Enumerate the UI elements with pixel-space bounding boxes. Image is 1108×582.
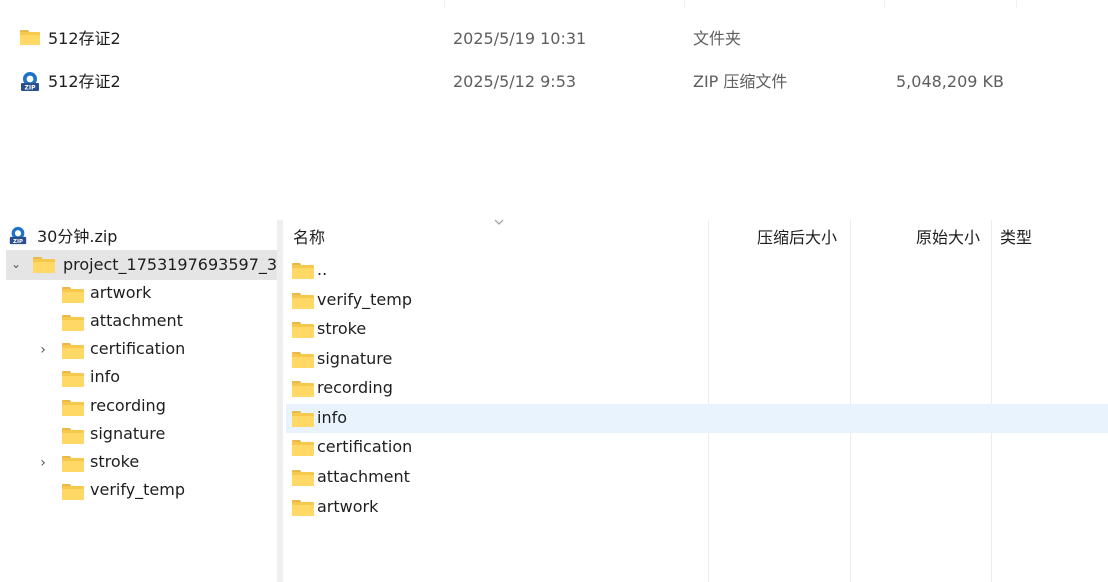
- folder-icon: [62, 484, 84, 500]
- tree-item-label: verify_temp: [90, 480, 186, 499]
- column-header-original-size[interactable]: 原始大小: [916, 228, 980, 248]
- tree-item-label: project_1753197693597_3(: [63, 255, 278, 274]
- column-divider[interactable]: [884, 0, 885, 8]
- file-type: ZIP 压缩文件: [693, 72, 788, 91]
- tree-item-artwork[interactable]: artwork: [34, 282, 274, 308]
- folder-icon: [292, 411, 314, 427]
- file-date: 2025/5/19 10:31: [453, 29, 587, 48]
- tree-item-label: certification: [90, 339, 186, 358]
- file-row-label: artwork: [317, 497, 379, 516]
- sort-caret-icon: [494, 219, 504, 225]
- column-header-type[interactable]: 类型: [1000, 228, 1032, 248]
- folder-icon: [62, 315, 84, 331]
- file-row-label: attachment: [317, 467, 410, 486]
- tree-item-label: recording: [90, 396, 166, 415]
- file-row-folder[interactable]: 512存证2 2025/5/19 10:31 文件夹: [0, 26, 1108, 54]
- column-divider[interactable]: [684, 0, 685, 8]
- file-row-info[interactable]: info: [286, 404, 1108, 433]
- file-row-artwork[interactable]: artwork: [286, 493, 1108, 522]
- tree-item-signature[interactable]: signature: [34, 423, 274, 449]
- file-name: 512存证2: [48, 29, 121, 48]
- file-row-parent[interactable]: ..: [286, 256, 1108, 285]
- folder-icon: [292, 500, 314, 516]
- file-row-stroke[interactable]: stroke: [286, 315, 1108, 344]
- svg-text:ZIP: ZIP: [25, 85, 37, 92]
- file-row-attachment[interactable]: attachment: [286, 463, 1108, 492]
- file-row-recording[interactable]: recording: [286, 374, 1108, 403]
- folder-icon: [33, 257, 55, 273]
- tree-item-recording[interactable]: recording: [34, 395, 274, 421]
- folder-icon: [62, 287, 84, 303]
- column-divider[interactable]: [444, 0, 445, 8]
- file-row-label: certification: [317, 437, 413, 456]
- file-size: 5,048,209 KB: [896, 72, 1004, 91]
- tree-item-attachment[interactable]: attachment: [34, 310, 274, 336]
- tree-item-label: signature: [90, 424, 166, 443]
- folder-icon: [292, 293, 314, 309]
- file-row-label: stroke: [317, 319, 367, 338]
- file-row-label: ..: [317, 260, 328, 279]
- tree-item-info[interactable]: info: [34, 366, 274, 392]
- folder-icon: [292, 440, 314, 456]
- file-name: 512存证2: [48, 72, 121, 91]
- tree-item-label: attachment: [90, 311, 183, 330]
- folder-icon: [62, 343, 84, 359]
- zip-archive-icon: ZIP: [21, 72, 39, 92]
- tree-item-label: 30分钟.zip: [37, 227, 118, 246]
- file-row-label: signature: [317, 349, 393, 368]
- file-row-verify-temp[interactable]: verify_temp: [286, 286, 1108, 315]
- folder-icon: [292, 381, 314, 397]
- folder-icon: [292, 470, 314, 486]
- file-row-label: info: [317, 408, 348, 427]
- tree-item-verify-temp[interactable]: verify_temp: [34, 479, 274, 505]
- folder-icon: [292, 263, 314, 279]
- folder-icon: [62, 456, 84, 472]
- file-row-zip[interactable]: ZIP 512存证2 2025/5/12 9:53 ZIP 压缩文件 5,048…: [0, 69, 1108, 97]
- column-header-row: 名称 压缩后大小 原始大小 类型: [286, 226, 1108, 252]
- chevron-right-icon[interactable]: ›: [38, 456, 48, 470]
- tree-item-label: stroke: [90, 452, 140, 471]
- tree-item-stroke[interactable]: › stroke: [34, 451, 274, 477]
- tree-item-root[interactable]: ZIP 30分钟.zip: [6, 225, 276, 249]
- tree-item-certification[interactable]: › certification: [34, 338, 274, 364]
- folder-icon: [62, 371, 84, 387]
- chevron-down-icon[interactable]: ⌄: [11, 258, 21, 270]
- file-date: 2025/5/12 9:53: [453, 72, 577, 91]
- folder-icon: [292, 352, 314, 368]
- column-divider[interactable]: [1016, 0, 1017, 8]
- svg-text:ZIP: ZIP: [13, 239, 23, 245]
- file-row-certification[interactable]: certification: [286, 433, 1108, 462]
- tree-item-label: info: [90, 367, 121, 386]
- file-row-signature[interactable]: signature: [286, 345, 1108, 374]
- file-row-label: verify_temp: [317, 290, 413, 309]
- tree-item-project[interactable]: ⌄ project_1753197693597_3(: [6, 252, 278, 278]
- chevron-right-icon[interactable]: ›: [38, 343, 48, 357]
- column-header-name[interactable]: 名称: [293, 228, 325, 248]
- folder-icon: [20, 30, 40, 45]
- file-type: 文件夹: [693, 29, 742, 48]
- folder-icon: [62, 428, 84, 444]
- folder-icon: [62, 400, 84, 416]
- file-row-label: recording: [317, 378, 393, 397]
- column-header-compressed-size[interactable]: 压缩后大小: [757, 228, 837, 248]
- tree-item-label: artwork: [90, 283, 152, 302]
- folder-icon: [292, 322, 314, 338]
- panel-splitter[interactable]: [277, 220, 283, 582]
- zip-archive-icon: ZIP: [9, 226, 27, 245]
